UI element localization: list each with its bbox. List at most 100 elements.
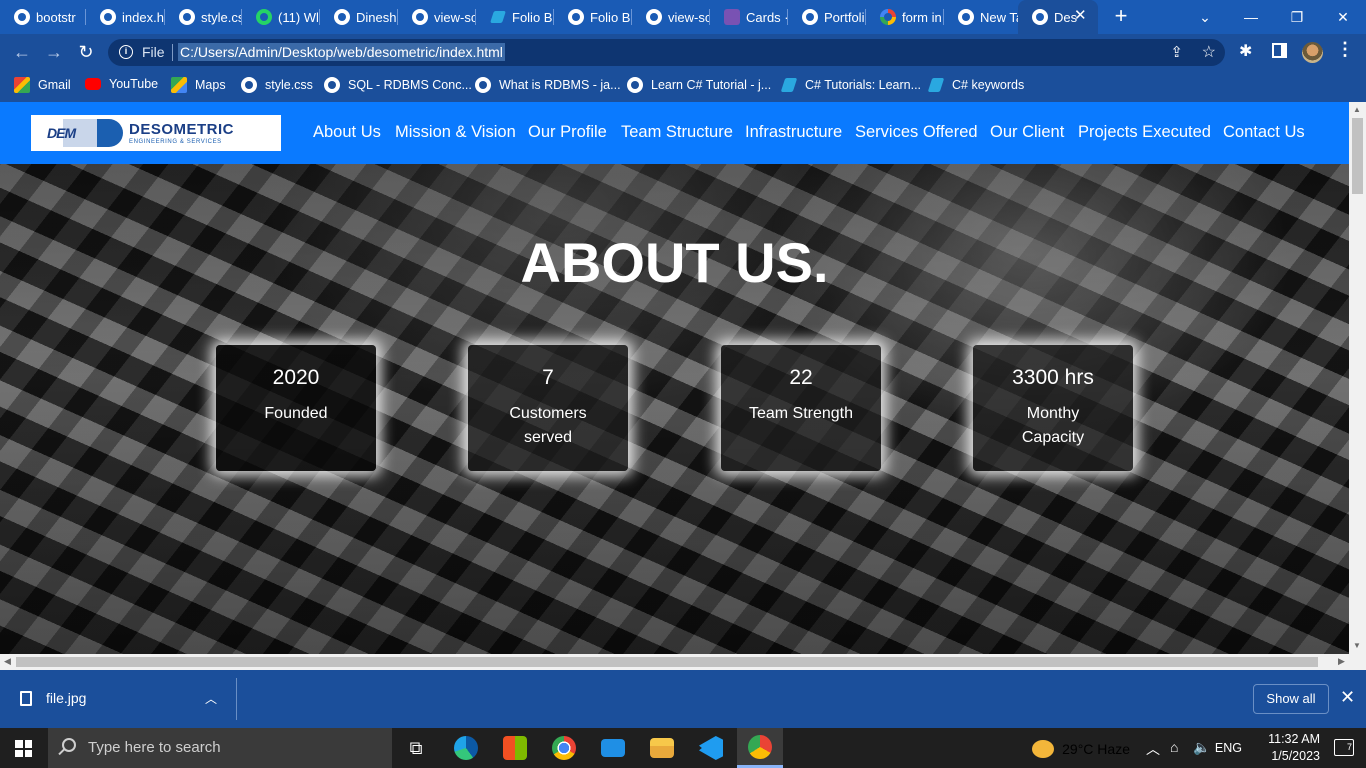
bookmark-learn-csharp[interactable]: Learn C# Tutorial - j... (627, 77, 771, 93)
nav-projects-executed[interactable]: Projects Executed (1078, 123, 1211, 142)
clock[interactable]: 11:32 AM 1/5/2023 (1268, 731, 1320, 765)
url-text[interactable]: C:/Users/Admin/Desktop/web/desometric/in… (178, 43, 505, 61)
edge-icon[interactable] (443, 728, 489, 768)
task-view-icon[interactable]: ⧉ (393, 728, 439, 768)
stat-value: 2020 (272, 366, 320, 389)
close-window-icon[interactable]: ✕ (1332, 6, 1354, 28)
nav-infrastructure[interactable]: Infrastructure (745, 123, 842, 142)
tab[interactable]: Cards · (710, 0, 788, 34)
tab[interactable]: index.h (86, 0, 165, 34)
stat-card-customers: 7 Customers served (468, 345, 628, 471)
tab[interactable]: view-sc (632, 0, 710, 34)
mail-icon[interactable] (590, 728, 636, 768)
bookmark-gmail[interactable]: Gmail (14, 77, 71, 93)
bookmark-csharp-tutorials[interactable]: C# Tutorials: Learn... (781, 77, 921, 93)
site-logo[interactable]: DEM DESOMETRIC ENGINEERING & SERVICES (31, 115, 281, 151)
youtube-icon (85, 78, 101, 90)
tab[interactable]: Dinesh (320, 0, 398, 34)
vscode-icon[interactable] (688, 728, 734, 768)
clock-date: 1/5/2023 (1271, 749, 1320, 763)
nav-team-structure[interactable]: Team Structure (621, 123, 733, 142)
store-icon[interactable] (492, 728, 538, 768)
scroll-left-icon[interactable]: ◀ (4, 656, 11, 667)
haze-icon (1032, 740, 1055, 758)
nav-about-us[interactable]: About Us (313, 123, 381, 142)
bookmark-csharp-keywords[interactable]: C# keywords (928, 77, 1024, 93)
nav-our-profile[interactable]: Our Profile (528, 123, 607, 142)
tab[interactable]: Folio B (476, 0, 554, 34)
taskbar-search-box[interactable]: Type here to search (48, 728, 392, 768)
bookmark-style-css[interactable]: style.css (241, 77, 313, 93)
bookmark-sql[interactable]: SQL - RDBMS Conc... (324, 77, 472, 93)
close-tab-icon[interactable]: ✕ (1074, 8, 1088, 23)
nav-our-client[interactable]: Our Client (990, 123, 1064, 142)
stat-value: 22 (789, 366, 813, 389)
tab-search-chevron-icon[interactable]: ⌄ (1194, 6, 1216, 28)
scroll-down-icon[interactable]: ▼ (1353, 641, 1361, 650)
back-arrow-icon[interactable]: ← (11, 41, 33, 63)
minimize-icon[interactable]: — (1240, 6, 1262, 28)
globe-icon (1032, 9, 1048, 25)
tab[interactable]: Portfoli (788, 0, 866, 34)
download-item[interactable]: file.jpg (20, 690, 86, 706)
tab[interactable]: New Ta (944, 0, 1022, 34)
horizontal-scrollbar[interactable]: ◀ ▶ (0, 654, 1366, 670)
globe-icon (646, 9, 662, 25)
nav-services-offered[interactable]: Services Offered (855, 123, 978, 142)
nav-contact-us[interactable]: Contact Us (1223, 123, 1305, 142)
globe-icon (179, 9, 195, 25)
show-all-button[interactable]: Show all (1253, 684, 1329, 714)
share-icon[interactable]: ⇪ (1170, 43, 1183, 61)
tab[interactable]: view-sc (398, 0, 476, 34)
file-explorer-icon[interactable] (639, 728, 685, 768)
info-icon[interactable]: i (119, 45, 133, 59)
restore-icon[interactable]: ❐ (1286, 6, 1308, 28)
csharp-site-icon (781, 77, 797, 93)
forward-arrow-icon[interactable]: → (43, 41, 65, 63)
weather-text: 29°C Haze (1062, 741, 1130, 757)
nav-mission-vision[interactable]: Mission & Vision (395, 123, 516, 142)
weather-widget[interactable]: 29°C Haze (1032, 740, 1130, 758)
address-bar[interactable]: i File C:/Users/Admin/Desktop/web/desome… (108, 39, 1225, 66)
page-viewport: DEM DESOMETRIC ENGINEERING & SERVICES Ab… (0, 102, 1349, 654)
bookmark-rdbms[interactable]: What is RDBMS - ja... (475, 77, 621, 93)
tab[interactable]: form in (866, 0, 944, 34)
chrome-icon[interactable] (541, 728, 587, 768)
bookmark-youtube[interactable]: YouTube (85, 77, 158, 91)
tab[interactable]: style.cs (165, 0, 242, 34)
logo-name: DESOMETRIC (129, 120, 235, 138)
notifications-icon[interactable]: 7 (1334, 739, 1354, 756)
globe-icon (412, 9, 428, 25)
language-indicator[interactable]: ENG (1215, 741, 1242, 755)
scrollbar-thumb[interactable] (1352, 118, 1363, 194)
scroll-up-icon[interactable]: ▲ (1353, 105, 1361, 114)
close-download-bar-icon[interactable]: ✕ (1340, 687, 1355, 708)
tab[interactable]: bootstr (0, 0, 86, 34)
stat-value: 3300 hrs (1012, 366, 1094, 389)
profile-avatar[interactable] (1302, 42, 1323, 63)
network-icon[interactable]: ⌂ (1170, 739, 1178, 755)
whatsapp-icon (256, 9, 272, 25)
chevron-up-icon[interactable]: ︿ (1146, 739, 1160, 759)
chevron-up-icon[interactable]: ︿ (205, 690, 217, 707)
kebab-menu-icon[interactable]: ⋮ (1336, 39, 1354, 60)
chrome-profile-icon[interactable] (737, 728, 783, 768)
side-panel-icon[interactable] (1272, 43, 1287, 58)
reload-icon[interactable]: ↻ (75, 41, 97, 63)
tab[interactable]: Folio B (554, 0, 632, 34)
vertical-scrollbar[interactable]: ▲ ▼ (1349, 102, 1366, 654)
extensions-icon[interactable]: ✱ (1239, 41, 1252, 61)
tab[interactable]: (11) Wl (242, 0, 320, 34)
scroll-right-icon[interactable]: ▶ (1338, 656, 1345, 667)
scheme-label: File (142, 44, 165, 60)
new-tab-button[interactable]: + (1110, 5, 1132, 27)
bookmark-maps[interactable]: Maps (171, 77, 226, 93)
volume-icon[interactable]: 🔈 (1193, 739, 1210, 756)
globe-icon (100, 9, 116, 25)
bookmark-star-icon[interactable]: ☆ (1202, 42, 1216, 62)
stat-label: Founded (264, 405, 328, 422)
stat-label: Monthy Capacity (1021, 405, 1085, 446)
scrollbar-thumb[interactable] (16, 657, 1318, 667)
windows-start-icon[interactable] (15, 740, 32, 757)
google-icon (880, 9, 896, 25)
